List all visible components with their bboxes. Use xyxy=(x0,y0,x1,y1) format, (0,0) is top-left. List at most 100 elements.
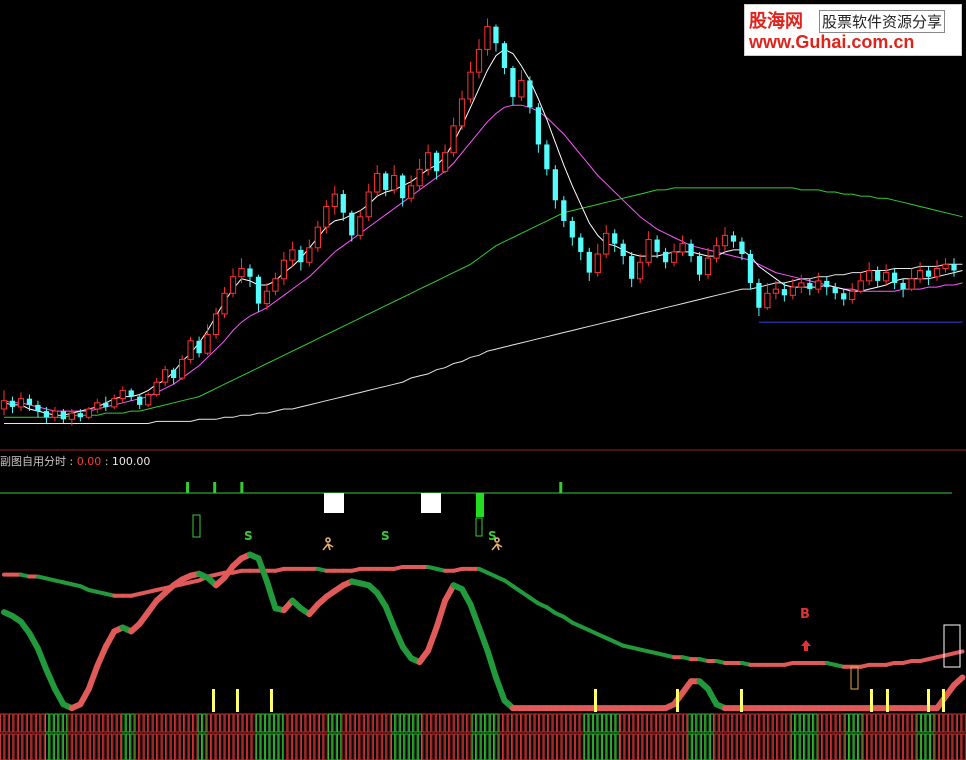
histogram-stripe xyxy=(880,713,885,733)
histogram-stripe xyxy=(673,713,679,733)
candle-body xyxy=(162,369,169,383)
histogram-stripe xyxy=(211,713,216,733)
histogram-stripe xyxy=(184,733,189,760)
candle-body xyxy=(713,245,720,259)
histogram-stripe xyxy=(754,733,760,760)
signal-bar xyxy=(942,689,945,712)
watermark-logo: 股海网 xyxy=(749,11,803,32)
histogram-stripe xyxy=(552,733,557,760)
histogram-stripe xyxy=(323,713,328,733)
candle-body xyxy=(891,272,898,283)
stock-chart[interactable]: S S SB xyxy=(0,0,966,760)
candle-body xyxy=(781,289,787,296)
histogram-stripe xyxy=(646,713,652,733)
histogram-stripe xyxy=(413,713,418,733)
histogram-stripe xyxy=(426,713,432,733)
histogram-stripe xyxy=(354,733,360,760)
histogram-stripe xyxy=(458,713,463,733)
candle-body xyxy=(357,216,364,236)
histogram-stripe xyxy=(467,713,472,733)
histogram-stripe xyxy=(822,713,827,733)
histogram-stripe xyxy=(193,733,198,760)
histogram-stripe xyxy=(287,713,292,733)
histogram-stripe xyxy=(620,733,625,760)
candle-body xyxy=(527,80,533,108)
histogram-stripe xyxy=(727,713,733,733)
histogram-stripe xyxy=(584,733,589,760)
candle-body xyxy=(331,193,338,207)
histogram-stripe xyxy=(570,713,575,733)
histogram-stripe xyxy=(148,733,153,760)
histogram-stripe xyxy=(269,713,274,733)
histogram-stripe xyxy=(588,733,593,760)
histogram-stripe xyxy=(876,733,881,760)
candle-body xyxy=(756,282,762,308)
histogram-stripe xyxy=(13,713,18,733)
histogram-stripe xyxy=(296,733,301,760)
histogram-stripe xyxy=(152,733,158,760)
histogram-stripe xyxy=(669,733,674,760)
histogram-stripe xyxy=(817,713,823,733)
histogram-stripe xyxy=(696,733,701,760)
sub-indicator-panel: S S SB xyxy=(0,482,966,760)
histogram-stripe xyxy=(615,733,620,760)
histogram-stripe xyxy=(35,713,41,733)
histogram-stripe xyxy=(292,733,297,760)
histogram-stripe xyxy=(251,733,256,760)
histogram-stripe xyxy=(575,713,580,733)
histogram-stripe xyxy=(44,733,50,760)
candle-body xyxy=(629,256,635,279)
signal-bar xyxy=(927,689,930,712)
site-watermark: 股海网 股票软件资源分享 www.Guhai.com.cn xyxy=(744,4,962,56)
histogram-stripe xyxy=(898,713,903,733)
histogram-stripe xyxy=(705,733,710,760)
histogram-stripe xyxy=(386,713,391,733)
histogram-stripe xyxy=(116,733,122,760)
candle-body xyxy=(798,282,805,288)
candle-body xyxy=(450,125,457,154)
histogram-stripe xyxy=(651,713,656,733)
histogram-stripe xyxy=(799,713,805,733)
histogram-stripe xyxy=(247,733,252,760)
histogram-stripe xyxy=(197,713,202,733)
histogram-stripe xyxy=(202,713,207,733)
candle-body xyxy=(467,71,474,100)
histogram-stripe xyxy=(112,733,117,760)
histogram-stripe xyxy=(853,733,858,760)
histogram-stripe xyxy=(853,713,858,733)
histogram-stripe xyxy=(175,733,180,760)
candle-body xyxy=(510,68,516,97)
histogram-stripe xyxy=(678,713,683,733)
histogram-stripe xyxy=(687,733,692,760)
histogram-stripe xyxy=(530,713,535,733)
histogram-stripe xyxy=(44,713,50,733)
histogram-stripe xyxy=(399,733,405,760)
histogram-stripe xyxy=(566,733,571,760)
histogram-stripe xyxy=(557,733,562,760)
histogram-stripe xyxy=(130,733,135,760)
histogram-stripe xyxy=(310,713,315,733)
histogram-stripe xyxy=(750,713,755,733)
candle-body xyxy=(569,220,575,238)
candle-body xyxy=(85,408,92,418)
histogram-stripe xyxy=(301,733,306,760)
ma-short-line xyxy=(3,48,963,416)
histogram-stripe xyxy=(588,713,593,733)
histogram-stripe xyxy=(602,713,607,733)
histogram-stripe xyxy=(952,733,957,760)
candle-body xyxy=(119,389,126,400)
histogram-stripe xyxy=(876,713,881,733)
histogram-stripe xyxy=(341,733,346,760)
histogram-stripe xyxy=(381,713,387,733)
histogram-stripe xyxy=(732,733,737,760)
candle-body xyxy=(942,263,949,269)
histogram-stripe xyxy=(251,713,256,733)
candle-body xyxy=(561,200,567,221)
histogram-stripe xyxy=(921,733,926,760)
candle-body xyxy=(594,253,601,274)
histogram-stripe xyxy=(921,713,926,733)
histogram-stripe xyxy=(345,733,351,760)
histogram-stripe xyxy=(157,713,162,733)
histogram-stripe xyxy=(813,733,818,760)
histogram-stripe xyxy=(314,733,319,760)
